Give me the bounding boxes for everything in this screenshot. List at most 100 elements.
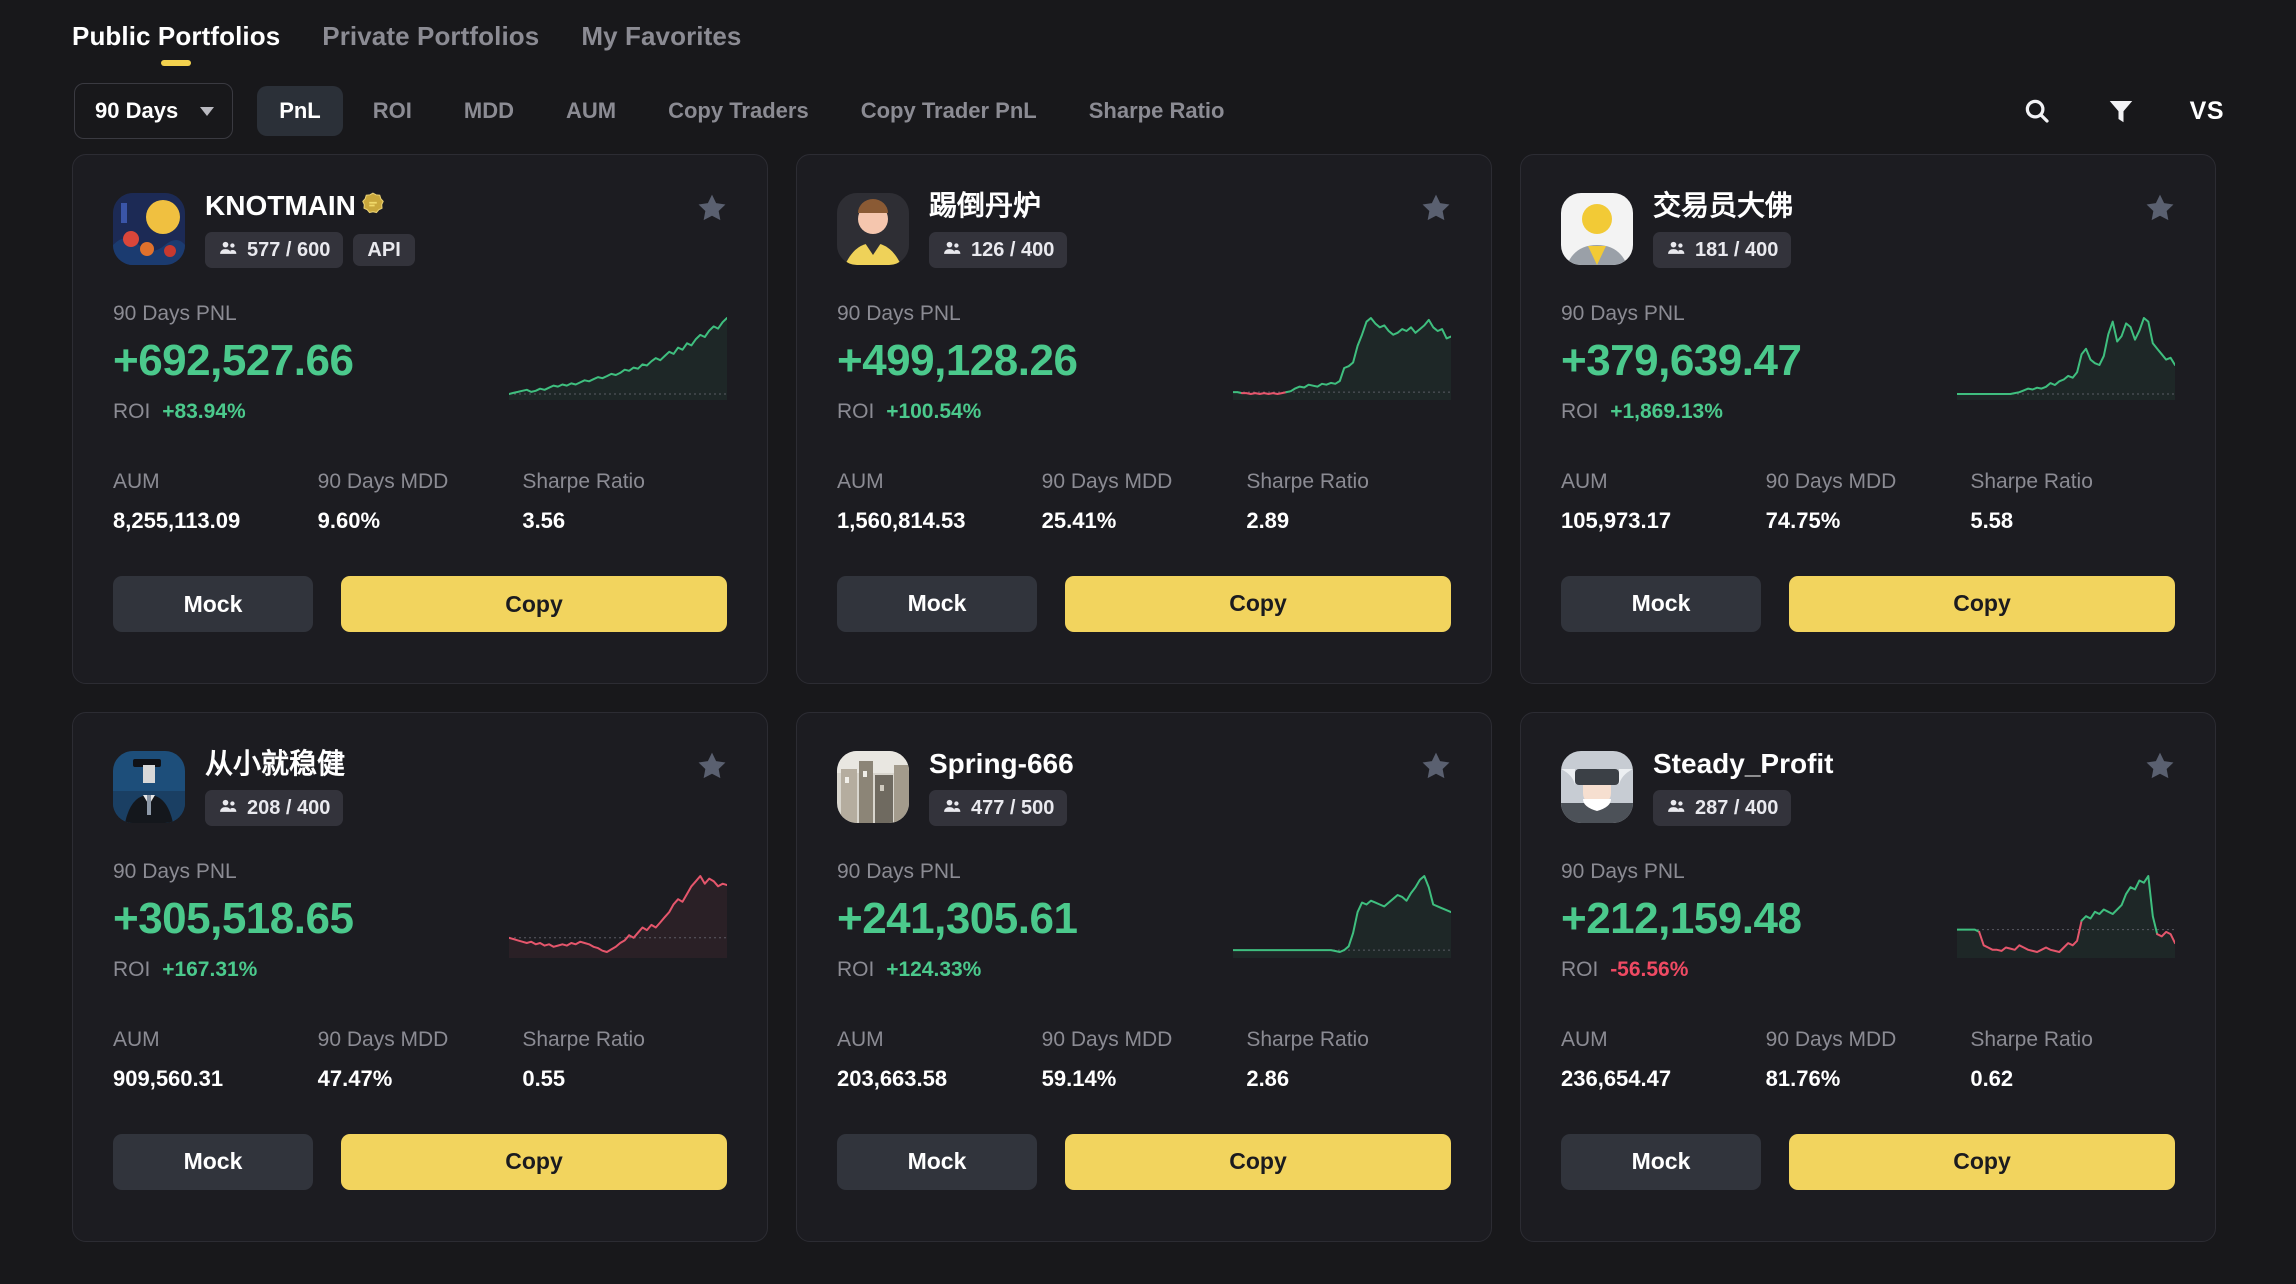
people-icon: [218, 238, 238, 262]
copy-button[interactable]: Copy: [341, 1133, 727, 1190]
pnl-section: 90 Days PNL +499,128.26 ROI +100.54%: [837, 302, 1451, 424]
metric-tab-mdd[interactable]: MDD: [442, 86, 536, 136]
api-badge: API: [353, 234, 415, 266]
metric-tab-pnl[interactable]: PnL: [257, 86, 343, 136]
metric-label: PnL: [279, 98, 321, 123]
stat-sharpe: Sharpe Ratio 3.56: [522, 470, 727, 534]
avatar: [1561, 193, 1633, 265]
mdd-label: 90 Days MDD: [1041, 469, 1173, 493]
mdd-label: 90 Days MDD: [317, 1027, 449, 1051]
sharpe-label: Sharpe Ratio: [522, 1027, 645, 1051]
sharpe-label: Sharpe Ratio: [1970, 469, 2093, 493]
card-header: 交易员大佛 181 / 400: [1561, 189, 2175, 268]
versus-button[interactable]: VS: [2190, 97, 2224, 126]
portfolio-card[interactable]: Steady_Profit 287 / 400 90 Days PNL +212…: [1520, 712, 2216, 1242]
favorite-star-icon[interactable]: [2143, 749, 2177, 788]
copy-button[interactable]: Copy: [1065, 1133, 1451, 1190]
mdd-label: 90 Days MDD: [1765, 469, 1897, 493]
trader-name-row: Steady_Profit: [1653, 748, 1834, 780]
portfolio-card[interactable]: Spring-666 477 / 500 90 Days PNL +241,30…: [796, 712, 1492, 1242]
metric-tab-sharpe-ratio[interactable]: Sharpe Ratio: [1067, 86, 1247, 136]
trader-name: 交易员大佛: [1653, 190, 1794, 221]
stat-mdd: 90 Days MDD 81.76%: [1766, 1028, 1971, 1092]
roi-label: ROI: [1561, 957, 1599, 981]
stats-row: AUM 8,255,113.09 90 Days MDD 9.60% Sharp…: [113, 470, 727, 534]
pnl-section: 90 Days PNL +379,639.47 ROI +1,869.13%: [1561, 302, 2175, 424]
copy-button[interactable]: Copy: [1789, 575, 2175, 632]
copiers-count: 577 / 600: [247, 239, 331, 261]
card-actions: Mock Copy: [1561, 1133, 2175, 1190]
tab-private-portfolios[interactable]: Private Portfolios: [322, 21, 539, 68]
favorite-star-icon[interactable]: [695, 191, 729, 230]
metric-tab-copy-trader-pnl[interactable]: Copy Trader PnL: [839, 86, 1059, 136]
card-header: Steady_Profit 287 / 400: [1561, 747, 2175, 826]
trader-name: 从小就稳健: [205, 748, 346, 779]
metric-label: AUM: [565, 98, 617, 123]
trader-identity: 踢倒丹炉 126 / 400: [929, 189, 1068, 268]
trader-identity: 交易员大佛 181 / 400: [1653, 189, 1793, 268]
mdd-label: 90 Days MDD: [1041, 1027, 1173, 1051]
trader-identity: 从小就稳健 208 / 400: [205, 747, 345, 826]
aum-value: 1,560,814.53: [837, 507, 966, 533]
roi-label: ROI: [837, 399, 875, 423]
roi-row: ROI +83.94%: [113, 400, 727, 424]
mock-button[interactable]: Mock: [1561, 575, 1761, 632]
chevron-down-icon: [200, 106, 215, 116]
metric-tab-roi[interactable]: ROI: [351, 86, 434, 136]
stat-aum: AUM 105,973.17: [1561, 470, 1766, 534]
tab-my-favorites[interactable]: My Favorites: [581, 21, 741, 68]
copy-button[interactable]: Copy: [1789, 1133, 2175, 1190]
filter-bar: 90 Days PnL ROI MDD AUM Copy Traders Cop…: [0, 68, 2296, 154]
metric-label: Copy Traders: [668, 98, 809, 123]
card-actions: Mock Copy: [113, 1133, 727, 1190]
stat-sharpe: Sharpe Ratio 0.62: [1970, 1028, 2175, 1092]
funnel-icon[interactable]: [2106, 96, 2136, 126]
verified-badge-icon: [360, 191, 386, 222]
portfolio-card[interactable]: 从小就稳健 208 / 400 90 Days PNL +305,518.65 …: [72, 712, 768, 1242]
favorite-star-icon[interactable]: [1419, 749, 1453, 788]
metric-tab-copy-traders[interactable]: Copy Traders: [646, 86, 831, 136]
mock-button[interactable]: Mock: [837, 575, 1037, 632]
metric-label: MDD: [463, 98, 514, 123]
favorite-star-icon[interactable]: [695, 749, 729, 788]
aum-value: 8,255,113.09: [113, 508, 241, 533]
copiers-badge: 208 / 400: [205, 789, 344, 826]
aum-value: 909,560.31: [113, 1065, 224, 1091]
copiers-badge: 126 / 400: [929, 231, 1068, 268]
trader-name-row: 踢倒丹炉: [929, 190, 1067, 222]
copiers-count: 477 / 500: [971, 796, 1055, 819]
portfolio-card[interactable]: 交易员大佛 181 / 400 90 Days PNL +379,639.47 …: [1520, 154, 2216, 684]
portfolio-card[interactable]: 踢倒丹炉 126 / 400 90 Days PNL +499,128.26 R…: [796, 154, 1492, 684]
stat-aum: AUM 1,560,814.53: [837, 470, 1042, 534]
copiers-badge: 287 / 400: [1653, 789, 1792, 826]
search-icon[interactable]: [2022, 96, 2052, 126]
copy-button[interactable]: Copy: [341, 576, 727, 632]
trader-identity: Steady_Profit 287 / 400: [1653, 747, 1834, 826]
mock-button[interactable]: Mock: [837, 1133, 1037, 1190]
aum-value: 203,663.58: [837, 1065, 948, 1091]
roi-label: ROI: [113, 400, 151, 423]
stat-mdd: 90 Days MDD 59.14%: [1042, 1028, 1247, 1092]
tab-label: My Favorites: [581, 21, 742, 51]
mdd-value: 74.75%: [1765, 507, 1841, 533]
time-range-select[interactable]: 90 Days: [74, 83, 234, 139]
people-icon: [1666, 796, 1686, 820]
sharpe-value: 3.56: [522, 508, 566, 533]
mock-button[interactable]: Mock: [113, 576, 313, 632]
favorite-star-icon[interactable]: [2143, 191, 2177, 230]
trader-name: KNOTMAIN: [205, 190, 356, 222]
mock-button[interactable]: Mock: [113, 1133, 313, 1190]
copy-button[interactable]: Copy: [1065, 575, 1451, 632]
api-label: API: [367, 239, 401, 261]
aum-label: AUM: [1561, 469, 1608, 493]
people-icon: [218, 796, 238, 820]
copiers-count: 126 / 400: [971, 238, 1055, 261]
tab-public-portfolios[interactable]: Public Portfolios: [72, 21, 280, 68]
trader-name: Spring-666: [929, 748, 1074, 779]
favorite-star-icon[interactable]: [1419, 191, 1453, 230]
mock-button[interactable]: Mock: [1561, 1133, 1761, 1190]
metric-tab-aum[interactable]: AUM: [544, 86, 638, 136]
roi-value: +83.94%: [162, 400, 246, 423]
sharpe-value: 2.86: [1246, 1065, 1290, 1091]
portfolio-card[interactable]: KNOTMAIN 577 / 600 API 90 Days PNL +692,…: [72, 154, 768, 684]
